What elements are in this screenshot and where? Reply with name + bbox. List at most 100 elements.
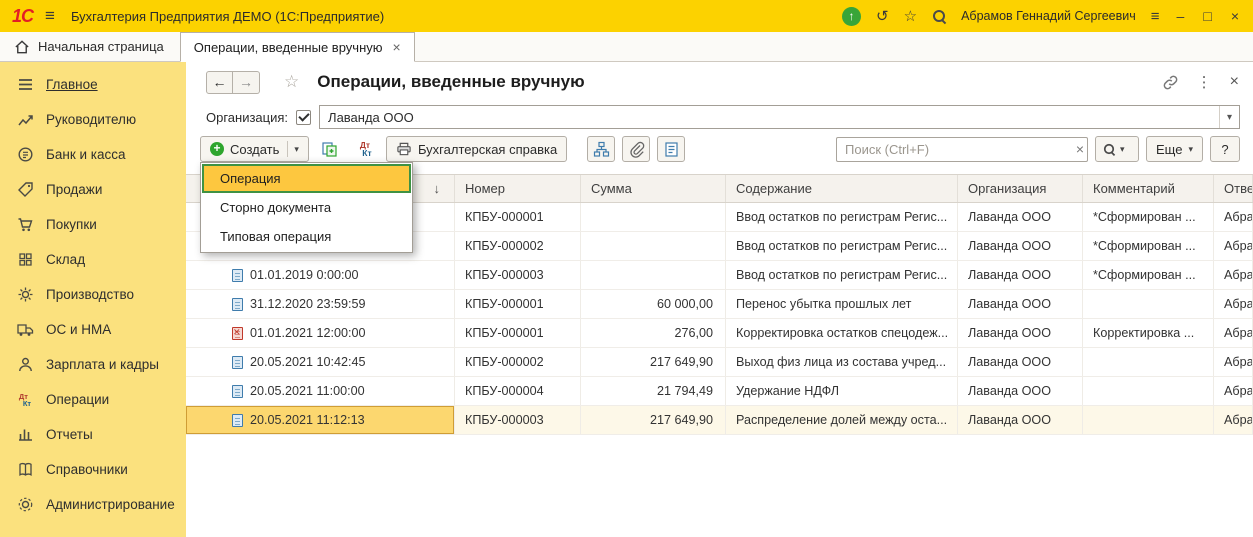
sidebar-item-purchases[interactable]: Покупки [0, 207, 186, 242]
table-row[interactable]: 20.05.2021 11:00:00 КПБУ-000004 21 794,4… [186, 377, 1253, 406]
favorites-star-icon[interactable]: ☆ [904, 7, 917, 25]
help-button[interactable]: ? [1210, 136, 1240, 162]
functions-menu-icon[interactable]: ≡ [1151, 8, 1160, 25]
sidebar-item-manager[interactable]: Руководителю [0, 102, 186, 137]
title-bar: 1С ≡ Бухгалтерия Предприятия ДЕМО (1С:Пр… [0, 0, 1253, 32]
search-options-button[interactable]: ▾ [1095, 136, 1139, 162]
table-row[interactable]: 31.12.2020 23:59:59 КПБУ-000001 60 000,0… [186, 290, 1253, 319]
price-tag-icon [15, 181, 35, 198]
sidebar-item-administration[interactable]: Администрирование [0, 487, 186, 522]
tab-operations[interactable]: Операции, введенные вручную × [180, 32, 415, 62]
create-button[interactable]: + Создать ▾ [200, 136, 309, 162]
sidebar-item-sales[interactable]: Продажи [0, 172, 186, 207]
internet-support-icon[interactable]: ↑ [842, 7, 861, 26]
bar-chart-icon [15, 426, 35, 443]
organization-value: Лаванда ООО [328, 110, 414, 125]
sidebar-item-fixed-assets[interactable]: ОС и НМА [0, 312, 186, 347]
sidebar-item-references[interactable]: Справочники [0, 452, 186, 487]
sidebar-item-warehouse[interactable]: Склад [0, 242, 186, 277]
organization-select[interactable]: Лаванда ООО ▾ [319, 105, 1240, 129]
chevron-down-icon: ▾ [1120, 144, 1125, 155]
debit-credit-icon: ДтКт [15, 393, 35, 407]
document-deleted-icon [232, 327, 243, 340]
history-icon[interactable]: ↺ [876, 7, 889, 25]
page-title: Операции, введенные вручную [317, 72, 584, 92]
main-menu-icon[interactable]: ≡ [45, 6, 55, 26]
search-icon[interactable] [932, 9, 946, 23]
organization-label: Организация: [206, 110, 288, 125]
sidebar-item-payroll[interactable]: Зарплата и кадры [0, 347, 186, 382]
menu-item-operation[interactable]: Операция [202, 164, 411, 193]
column-header-number[interactable]: Номер [455, 175, 581, 202]
back-button[interactable]: ← [206, 71, 233, 94]
menu-item-standard-operation[interactable]: Типовая операция [202, 222, 411, 251]
sidebar: Главное Руководителю Банк и касса Продаж… [0, 62, 186, 537]
structure-icon [593, 141, 610, 158]
minimize-button[interactable]: – [1175, 8, 1187, 24]
link-icon[interactable] [1162, 74, 1179, 91]
sidebar-item-production[interactable]: Производство [0, 277, 186, 312]
column-header-organization[interactable]: Организация [958, 175, 1083, 202]
search-icon [1103, 143, 1115, 155]
debit-credit-button[interactable]: ДтКт [351, 136, 379, 162]
attachments-button[interactable] [622, 136, 650, 162]
column-header-responsible[interactable]: Отве... [1214, 175, 1253, 202]
organization-filter-row: Организация: Лаванда ООО ▾ [186, 102, 1253, 132]
document-icon [232, 269, 243, 282]
list-toolbar: + Создать ▾ ДтКт Бухгалтерская справка [186, 132, 1253, 166]
table-row[interactable]: 01.01.2019 0:00:00 КПБУ-000003 Ввод оста… [186, 261, 1253, 290]
menu-icon [15, 76, 35, 93]
menu-item-reversal[interactable]: Сторно документа [202, 193, 411, 222]
current-user[interactable]: Абрамов Геннадий Сергеевич [961, 9, 1136, 23]
maximize-button[interactable]: □ [1201, 8, 1213, 24]
create-button-label: Создать [230, 142, 279, 157]
copy-document-icon [321, 141, 338, 158]
sidebar-item-bank-cash[interactable]: Банк и касса [0, 137, 186, 172]
favorite-star-icon[interactable]: ☆ [284, 72, 299, 92]
document-icon [232, 385, 243, 398]
table-row[interactable]: 01.01.2021 12:00:00 КПБУ-000001 276,00 К… [186, 319, 1253, 348]
book-icon [15, 461, 35, 478]
person-icon [15, 356, 35, 373]
more-button[interactable]: Еще ▾ [1146, 136, 1203, 162]
report-button[interactable] [657, 136, 685, 162]
table-row-selected[interactable]: 20.05.2021 11:12:13 КПБУ-000003 217 649,… [186, 406, 1253, 435]
gear-icon [15, 286, 35, 303]
tab-bar: Начальная страница Операции, введенные в… [0, 32, 1253, 62]
organization-checkbox[interactable] [296, 110, 311, 125]
more-button-label: Еще [1156, 142, 1182, 157]
register-records-button[interactable] [587, 136, 615, 162]
accounting-reference-button[interactable]: Бухгалтерская справка [386, 136, 567, 162]
tab-operations-label: Операции, введенные вручную [194, 40, 383, 55]
home-icon [14, 39, 30, 55]
sidebar-item-main[interactable]: Главное [0, 67, 186, 102]
sidebar-item-reports[interactable]: Отчеты [0, 417, 186, 452]
close-window-button[interactable]: × [1229, 8, 1241, 24]
tab-close-icon[interactable]: × [393, 39, 401, 55]
paperclip-icon [628, 141, 645, 158]
debit-credit-icon: ДтКт [358, 141, 371, 157]
create-copy-button[interactable] [316, 136, 344, 162]
forward-button[interactable]: → [233, 71, 260, 94]
accounting-reference-label: Бухгалтерская справка [418, 142, 557, 157]
column-header-sum[interactable]: Сумма [581, 175, 726, 202]
close-page-icon[interactable]: × [1230, 73, 1239, 91]
1c-logo: 1С [12, 6, 33, 27]
create-menu: Операция Сторно документа Типовая операц… [200, 162, 413, 253]
chart-up-icon [15, 111, 35, 128]
table-row[interactable]: 20.05.2021 10:42:45 КПБУ-000002 217 649,… [186, 348, 1253, 377]
more-actions-icon[interactable]: ⋮ [1197, 73, 1212, 91]
app-window: 1С ≡ Бухгалтерия Предприятия ДЕМО (1С:Пр… [0, 0, 1253, 537]
tab-home[interactable]: Начальная страница [0, 32, 180, 61]
document-icon [232, 414, 243, 427]
gear-icon [15, 496, 35, 513]
content-area: ← → ☆ Операции, введенные вручную ⋮ × Ор… [186, 62, 1253, 537]
coin-icon [15, 146, 35, 163]
sidebar-item-operations[interactable]: ДтКт Операции [0, 382, 186, 417]
search-input[interactable] [836, 137, 1088, 162]
document-icon [232, 298, 243, 311]
clear-search-icon[interactable]: × [1076, 141, 1084, 157]
chevron-down-icon[interactable]: ▾ [1219, 106, 1239, 128]
column-header-content[interactable]: Содержание [726, 175, 958, 202]
column-header-comment[interactable]: Комментарий [1083, 175, 1214, 202]
